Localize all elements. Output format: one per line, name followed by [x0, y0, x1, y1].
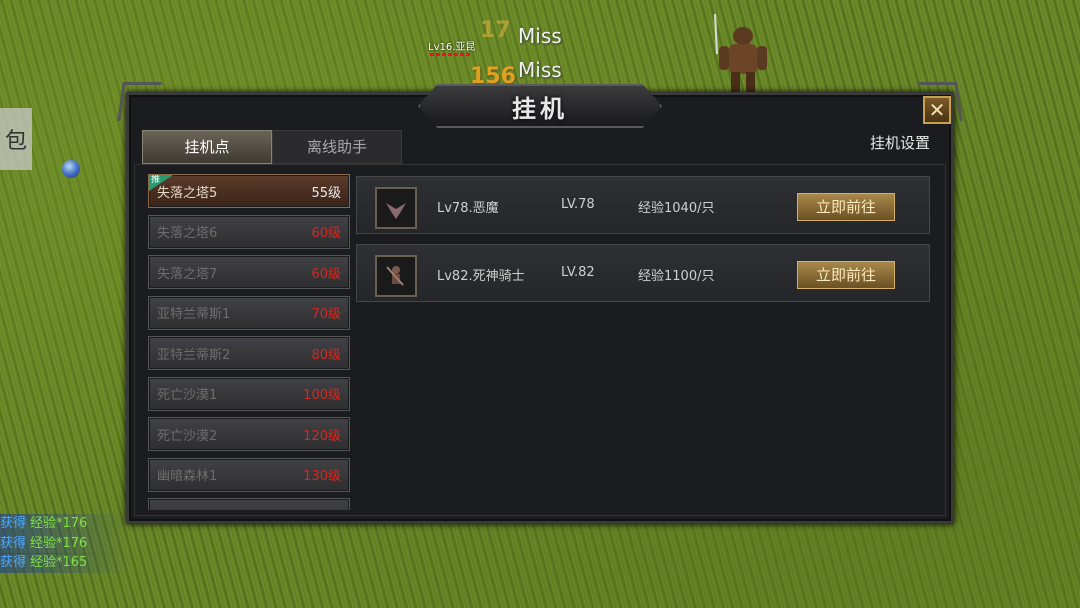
location-level: 55级 — [311, 185, 341, 201]
location-level: 70级 — [311, 307, 341, 322]
location-name: 亚特兰蒂斯1 — [157, 307, 231, 322]
demon-icon — [375, 187, 417, 229]
player-hp-bar — [430, 53, 472, 56]
monster-row: Lv78.恶魔 LV.78 经验1040/只 立即前往 — [356, 176, 930, 234]
tab-offline-assistant[interactable]: 离线助手 — [272, 130, 402, 164]
miss-text: Miss — [518, 58, 562, 82]
panel-title: 挂机 — [418, 84, 662, 128]
location-item[interactable] — [148, 498, 350, 510]
location-item[interactable]: 死亡沙漠1 100级 — [148, 376, 350, 411]
monster-row: Lv82.死神骑士 LV.82 经验1100/只 立即前往 — [356, 244, 930, 302]
monster-level: LV.78 — [561, 197, 595, 212]
tab-bar: 挂机点 离线助手 — [142, 130, 402, 164]
location-item[interactable]: 幽暗森林1 130级 — [148, 457, 350, 492]
go-now-button[interactable]: 立即前往 — [797, 261, 895, 289]
panel-corner-ornament — [117, 82, 162, 121]
monster-name: Lv82.死神骑士 — [437, 269, 525, 284]
player-name-tag: Lv16.亚昆 — [428, 42, 476, 53]
location-level: 100级 — [303, 388, 341, 403]
log-label: 获得 — [0, 536, 27, 551]
location-name: 失落之塔7 — [157, 266, 218, 282]
tab-afk-points[interactable]: 挂机点 — [142, 130, 272, 164]
close-button[interactable]: ✕ — [923, 96, 951, 124]
location-level: 120级 — [303, 428, 341, 444]
location-item[interactable]: 推 失落之塔5 55级 — [148, 174, 350, 208]
miss-text: Miss — [518, 24, 562, 48]
location-item[interactable]: 失落之塔6 60级 — [148, 214, 350, 249]
log-entry: 获得 经验*165 — [0, 553, 128, 573]
afk-settings-button[interactable]: 挂机设置 — [870, 132, 930, 153]
death-knight-icon — [375, 255, 417, 297]
gem-icon — [62, 160, 80, 178]
location-item[interactable]: 失落之塔7 60级 — [148, 255, 350, 289]
afk-panel: 挂机 ✕ 挂机点 离线助手 挂机设置 推 失落之塔5 55级 失落之塔6 60级… — [117, 82, 963, 524]
monster-exp: 经验1100/只 — [638, 269, 715, 284]
location-level: 60级 — [311, 226, 341, 241]
location-level: 80级 — [311, 347, 341, 363]
floating-damage-faded: 17 — [480, 18, 511, 43]
monster-name: Lv78.恶魔 — [437, 201, 499, 216]
location-item[interactable]: 亚特兰蒂斯2 80级 — [148, 336, 350, 370]
location-name: 失落之塔6 — [157, 226, 218, 241]
location-list[interactable]: 推 失落之塔5 55级 失落之塔6 60级 失落之塔7 60级 亚特兰蒂斯1 7… — [148, 174, 350, 510]
location-level: 130级 — [303, 469, 341, 484]
log-entry: 获得 经验*176 — [0, 534, 128, 554]
location-name: 幽暗森林1 — [157, 469, 218, 484]
location-item[interactable]: 死亡沙漠2 120级 — [148, 417, 350, 451]
location-name: 死亡沙漠1 — [157, 388, 218, 403]
location-item[interactable]: 亚特兰蒂斯1 70级 — [148, 295, 350, 330]
log-value: 经验*176 — [30, 516, 88, 531]
monster-exp: 经验1040/只 — [638, 201, 715, 216]
log-value: 经验*176 — [30, 536, 88, 551]
log-entry: 获得 经验*176 — [0, 514, 128, 534]
location-level: 60级 — [311, 266, 341, 282]
log-label: 获得 — [0, 555, 27, 570]
location-name: 死亡沙漠2 — [157, 428, 218, 444]
bag-button[interactable]: 包 — [0, 108, 32, 170]
monster-sprite[interactable] — [705, 14, 775, 94]
go-now-button[interactable]: 立即前往 — [797, 193, 895, 221]
location-name: 失落之塔5 — [157, 185, 218, 201]
log-label: 获得 — [0, 516, 27, 531]
monster-level: LV.82 — [561, 265, 595, 280]
log-value: 经验*165 — [30, 555, 88, 570]
location-name: 亚特兰蒂斯2 — [157, 347, 231, 363]
